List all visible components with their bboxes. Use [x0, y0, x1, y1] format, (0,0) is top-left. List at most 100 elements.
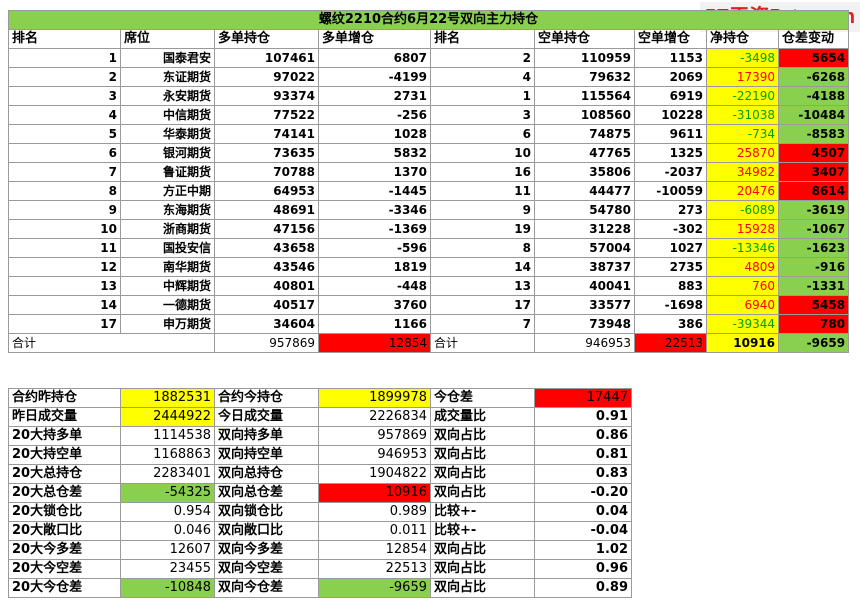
long-position-cell: 107461: [214, 48, 319, 68]
stat-value-top20: 23455: [120, 559, 215, 579]
seat-cell: 南华期货: [120, 257, 215, 277]
total-short-change: 22513: [634, 333, 707, 353]
rank-long-cell: 10: [8, 219, 121, 239]
short-position-cell: 74875: [534, 124, 635, 144]
short-change-cell: -302: [634, 219, 707, 239]
long-change-cell: -256: [318, 105, 431, 125]
header-short-position: 空单持仓: [534, 29, 635, 49]
long-position-cell: 70788: [214, 162, 319, 182]
rank-short-cell: 13: [430, 276, 535, 296]
stats-row: 20大敞口比 0.046 双向敞口比 0.011 比较+- -0.04: [8, 521, 632, 541]
stat-value-ratio: 0.04: [534, 502, 632, 522]
stats-row: 20大今空差 23455 双向今空差 22513 双向占比 0.96: [8, 559, 632, 579]
long-change-cell: -4199: [318, 67, 431, 87]
stat-value-bidirectional: -9659: [318, 578, 431, 598]
rank-short-cell: 16: [430, 162, 535, 182]
short-position-cell: 79632: [534, 67, 635, 87]
rank-long-cell: 17: [8, 314, 121, 334]
long-change-cell: -1369: [318, 219, 431, 239]
rank-short-cell: 4: [430, 67, 535, 87]
stat-value-ratio: 0.96: [534, 559, 632, 579]
long-change-cell: 1166: [318, 314, 431, 334]
stat-value-ratio: 1.02: [534, 540, 632, 560]
table-row: 9 东海期货 48691 -3346 9 54780 273 -6089 -3619: [8, 200, 850, 220]
long-change-cell: 1028: [318, 124, 431, 144]
net-position-cell: 4809: [706, 257, 779, 277]
long-position-cell: 93374: [214, 86, 319, 106]
short-change-cell: 273: [634, 200, 707, 220]
long-change-cell: -3346: [318, 200, 431, 220]
rank-long-cell: 5: [8, 124, 121, 144]
diff-change-cell: -3619: [777, 200, 850, 220]
diff-change-cell: 4507: [777, 143, 850, 163]
header-seat: 席位: [120, 29, 215, 49]
stats-row: 20大总仓差 -54325 双向总仓差 10916 双向占比 -0.20: [8, 483, 632, 503]
summary-stats-table: 合约昨持仓 1882531 合约今持仓 1899978 今仓差 17447 昨日成交量 244…: [8, 388, 632, 598]
table-row: 5 华泰期货 74141 1028 6 74875 9611 -734 -8583: [8, 124, 850, 144]
long-change-cell: -1445: [318, 181, 431, 201]
header-short-change: 空单增仓: [634, 29, 707, 49]
stat-value-ratio: 0.86: [534, 426, 632, 446]
net-position-cell: -6089: [706, 200, 779, 220]
stats-row: 20大持多单 1114538 双向持多单 957869 双向占比 0.86: [8, 426, 632, 446]
seat-cell: 申万期货: [120, 314, 215, 334]
stat-value-top20: 1114538: [120, 426, 215, 446]
stat-value-ratio: 0.91: [534, 407, 632, 427]
table-row: 1 国泰君安 107461 6807 2 110959 1153 -3498 5654: [8, 48, 850, 68]
header-diff-change: 仓差变动: [777, 29, 850, 49]
net-position-cell: 20476: [706, 181, 779, 201]
long-change-cell: 1370: [318, 162, 431, 182]
net-position-cell: -13346: [706, 238, 779, 258]
diff-change-cell: 8614: [777, 181, 850, 201]
table-row: 4 中信期货 77522 -256 3 108560 10228 -31038 -10484: [8, 105, 850, 125]
rank-long-cell: 1: [8, 48, 121, 68]
diff-change-cell: -4188: [777, 86, 850, 106]
short-change-cell: 10228: [634, 105, 707, 125]
stat-label-ratio: 比较+-: [430, 502, 535, 522]
stats-row: 昨日成交量 2444922 今日成交量 2226834 成交量比 0.91: [8, 407, 632, 427]
diff-change-cell: -1331: [777, 276, 850, 296]
stat-label-ratio: 双向占比: [430, 559, 535, 579]
total-label: 合计: [8, 333, 215, 353]
short-position-cell: 47765: [534, 143, 635, 163]
stat-value-ratio: -0.20: [534, 483, 632, 503]
stat-value-ratio: -0.04: [534, 521, 632, 541]
stat-label-top20: 20大今多差: [8, 540, 121, 560]
stats-row: 合约昨持仓 1882531 合约今持仓 1899978 今仓差 17447: [8, 388, 632, 408]
rank-short-cell: 8: [430, 238, 535, 258]
stat-value-top20: -54325: [120, 483, 215, 503]
stat-value-ratio: 0.89: [534, 578, 632, 598]
stat-value-bidirectional: 1904822: [318, 464, 431, 484]
rank-long-cell: 12: [8, 257, 121, 277]
diff-change-cell: 5458: [777, 295, 850, 315]
header-long-position: 多单持仓: [214, 29, 319, 49]
short-change-cell: 1153: [634, 48, 707, 68]
rank-long-cell: 13: [8, 276, 121, 296]
seat-cell: 一德期货: [120, 295, 215, 315]
total-row: 合计 957869 12854 合计 946953 22513 10916 -9659: [8, 333, 850, 353]
holdings-table: 螺纹2210合约6月22号双向主力持仓 排名 席位 多单持仓 多单增仓 排名 空…: [7, 10, 850, 353]
stat-value-ratio: 17447: [534, 388, 632, 408]
stats-row: 20大今仓差 -10848 双向今仓差 -9659 双向占比 0.89: [8, 578, 632, 598]
net-position-cell: -3498: [706, 48, 779, 68]
short-position-cell: 115564: [534, 86, 635, 106]
stat-label-top20: 20大总持仓: [8, 464, 121, 484]
rank-short-cell: 7: [430, 314, 535, 334]
rank-long-cell: 4: [8, 105, 121, 125]
long-position-cell: 34604: [214, 314, 319, 334]
rank-short-cell: 1: [430, 86, 535, 106]
short-position-cell: 54780: [534, 200, 635, 220]
rank-long-cell: 2: [8, 67, 121, 87]
table-row: 12 南华期货 43546 1819 14 38737 2735 4809 -916: [8, 257, 850, 277]
net-position-cell: 34982: [706, 162, 779, 182]
seat-cell: 永安期货: [120, 86, 215, 106]
short-change-cell: -10059: [634, 181, 707, 201]
diff-change-cell: 5654: [777, 48, 850, 68]
short-position-cell: 40041: [534, 276, 635, 296]
header-rank-short: 排名: [430, 29, 535, 49]
stat-value-bidirectional: 22513: [318, 559, 431, 579]
rank-long-cell: 9: [8, 200, 121, 220]
short-change-cell: 2069: [634, 67, 707, 87]
short-position-cell: 33577: [534, 295, 635, 315]
stat-label-top20: 20大持空单: [8, 445, 121, 465]
